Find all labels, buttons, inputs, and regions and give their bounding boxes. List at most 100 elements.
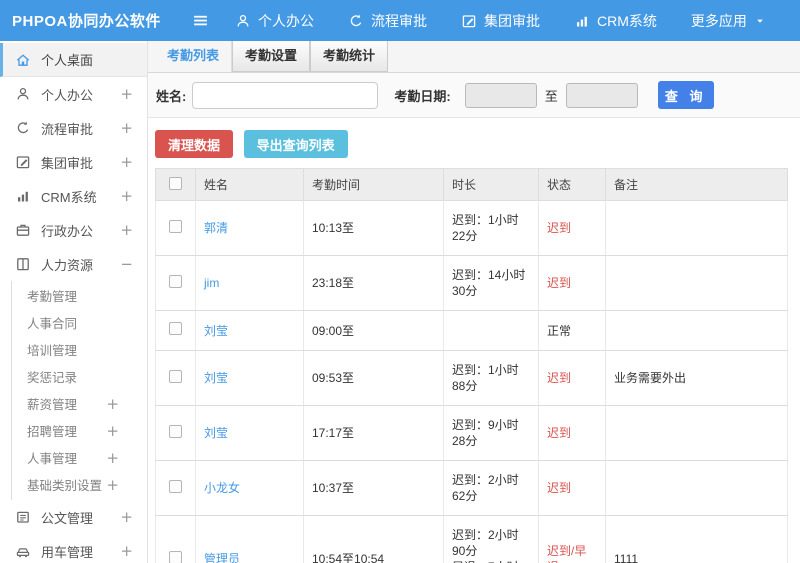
- row-checkbox[interactable]: [169, 274, 182, 288]
- column-header: 考勤时间: [303, 168, 444, 201]
- sidebar-item-label: 集团审批: [41, 155, 94, 171]
- sidebar-subitem[interactable]: 招聘管理 +: [12, 417, 147, 444]
- sidebar-subitem[interactable]: 人事合同: [12, 309, 147, 336]
- sidebar-subitem[interactable]: 人事管理 +: [12, 444, 147, 471]
- sidebar-submenu: 考勤管理 人事合同 培训管理 奖惩记录 薪资管理 + 招聘管理 + 人事管理 + 基础类别设置 +: [11, 281, 147, 500]
- hamburger-menu-button[interactable]: [192, 12, 209, 29]
- attendance-table: 姓名 考勤时间 时长 状态 备注 郭清 10:13至 迟到：1小时22分 迟到 jim 23:18…: [155, 168, 788, 563]
- expand-toggle[interactable]: +: [120, 542, 133, 560]
- table-row: 郭清 10:13至 迟到：1小时22分 迟到: [155, 200, 788, 256]
- sidebar-item[interactable]: 集团审批 +: [0, 145, 147, 179]
- row-checkbox[interactable]: [169, 550, 182, 563]
- employee-name-link[interactable]: jim: [204, 276, 219, 290]
- row-check-cell: [155, 200, 196, 256]
- sidebar-item[interactable]: 行政办公 +: [0, 213, 147, 247]
- expand-toggle[interactable]: +: [120, 187, 133, 205]
- person-icon: [235, 13, 251, 29]
- sidebar-subitem-label: 奖惩记录: [27, 371, 78, 385]
- sidebar-item[interactable]: 用车管理 +: [0, 534, 147, 563]
- sidebar-item-label: 个人桌面: [41, 53, 94, 68]
- tab-item[interactable]: 考勤设置: [232, 41, 311, 72]
- row-checkbox[interactable]: [169, 424, 182, 438]
- expand-toggle[interactable]: +: [120, 508, 133, 526]
- row-checkbox[interactable]: [169, 479, 182, 493]
- tab-item[interactable]: 考勤统计: [310, 41, 389, 72]
- date-from-input[interactable]: [464, 82, 537, 108]
- top-nav-item[interactable]: 个人办公: [235, 11, 314, 31]
- column-header: 备注: [605, 168, 788, 201]
- row-checkbox[interactable]: [169, 219, 182, 233]
- employee-name-link[interactable]: 郭清: [204, 221, 228, 235]
- expand-toggle[interactable]: +: [106, 476, 119, 494]
- employee-name-link[interactable]: 刘莹: [204, 324, 228, 338]
- name-cell: 刘莹: [195, 310, 304, 351]
- sidebar-item-label: 个人办公: [41, 87, 94, 103]
- employee-name-link[interactable]: 刘莹: [204, 371, 228, 385]
- sidebar-item[interactable]: 流程审批 +: [0, 111, 147, 145]
- sidebar-subitem-label: 人事管理: [27, 452, 78, 466]
- clean-data-button[interactable]: 清理数据: [155, 130, 234, 158]
- column-header: 姓名: [195, 168, 304, 201]
- sidebar-item-label: 用车管理: [41, 544, 94, 560]
- expand-toggle[interactable]: +: [106, 422, 119, 440]
- sidebar-subitem[interactable]: 奖惩记录: [12, 363, 147, 390]
- expand-toggle[interactable]: −: [120, 255, 133, 273]
- expand-toggle[interactable]: +: [106, 395, 119, 413]
- tab-active[interactable]: 考勤列表: [155, 41, 233, 72]
- duration-cell: 迟到：2小时62分: [443, 460, 539, 516]
- top-nav-item[interactable]: 更多应用: [691, 11, 766, 31]
- time-cell: 10:37至: [303, 460, 444, 516]
- sidebar-item-label: 人力资源: [41, 257, 94, 273]
- employee-name-link[interactable]: 小龙女: [204, 481, 240, 495]
- expand-toggle[interactable]: +: [120, 119, 133, 137]
- sidebar-item[interactable]: 公文管理 +: [0, 500, 147, 534]
- name-label: 姓名:: [156, 88, 187, 104]
- expand-toggle[interactable]: +: [120, 85, 133, 103]
- expand-toggle[interactable]: +: [120, 221, 133, 239]
- toolbar: 清理数据 导出查询列表: [155, 124, 788, 168]
- duration-cell: [443, 310, 539, 351]
- employee-name-link[interactable]: 刘莹: [204, 426, 228, 440]
- date-to-input[interactable]: [565, 82, 638, 108]
- status-cell: 迟到/早退: [538, 515, 606, 563]
- duration-cell: 迟到：9小时28分: [443, 405, 539, 461]
- sidebar-subitem[interactable]: 培训管理: [12, 336, 147, 363]
- name-cell: jim: [195, 255, 304, 311]
- note-cell: 1111: [605, 515, 788, 563]
- row-checkbox[interactable]: [169, 369, 182, 383]
- time-cell: 09:00至: [303, 310, 444, 351]
- sidebar-subitem[interactable]: 基础类别设置 +: [12, 471, 147, 498]
- tab-bar: 考勤列表 考勤设置 考勤统计: [148, 41, 800, 73]
- sidebar-item[interactable]: 个人桌面: [0, 43, 147, 77]
- edit-icon: [15, 154, 31, 170]
- duration-cell: 迟到：14小时30分: [443, 255, 539, 311]
- top-nav-item[interactable]: 集团审批: [461, 11, 540, 31]
- row-check-cell: [155, 255, 196, 311]
- expand-toggle[interactable]: +: [120, 153, 133, 171]
- time-cell: 17:17至: [303, 405, 444, 461]
- sidebar-item[interactable]: 个人办公 +: [0, 77, 147, 111]
- date-label: 考勤日期:: [394, 88, 451, 104]
- note-cell: 业务需要外出: [605, 350, 788, 406]
- row-checkbox[interactable]: [169, 322, 182, 335]
- status-cell: 迟到: [538, 350, 606, 406]
- expand-toggle[interactable]: +: [106, 449, 119, 467]
- sidebar-subitem[interactable]: 薪资管理 +: [12, 390, 147, 417]
- sidebar-subitem-label: 基础类别设置: [27, 479, 103, 493]
- name-cell: 郭清: [195, 200, 304, 256]
- sidebar-subitem[interactable]: 考勤管理: [12, 282, 147, 309]
- sidebar-item[interactable]: 人力资源 −: [0, 247, 147, 281]
- table-body: 郭清 10:13至 迟到：1小时22分 迟到 jim 23:18至 迟到：14小时30分 迟到…: [155, 200, 788, 563]
- query-button[interactable]: 查 询: [657, 81, 714, 109]
- row-check-cell: [155, 460, 196, 516]
- cycle-icon: [348, 13, 364, 29]
- top-nav-item[interactable]: CRM系统: [574, 11, 657, 31]
- sidebar-item[interactable]: CRM系统 +: [0, 179, 147, 213]
- select-all-checkbox[interactable]: [169, 176, 182, 190]
- top-nav-item[interactable]: 流程审批: [348, 11, 427, 31]
- chart-icon: [574, 13, 590, 29]
- sidebar-subitem-label: 考勤管理: [27, 290, 78, 304]
- name-input[interactable]: [192, 81, 379, 109]
- export-list-button[interactable]: 导出查询列表: [243, 130, 348, 158]
- employee-name-link[interactable]: 管理员: [204, 552, 240, 563]
